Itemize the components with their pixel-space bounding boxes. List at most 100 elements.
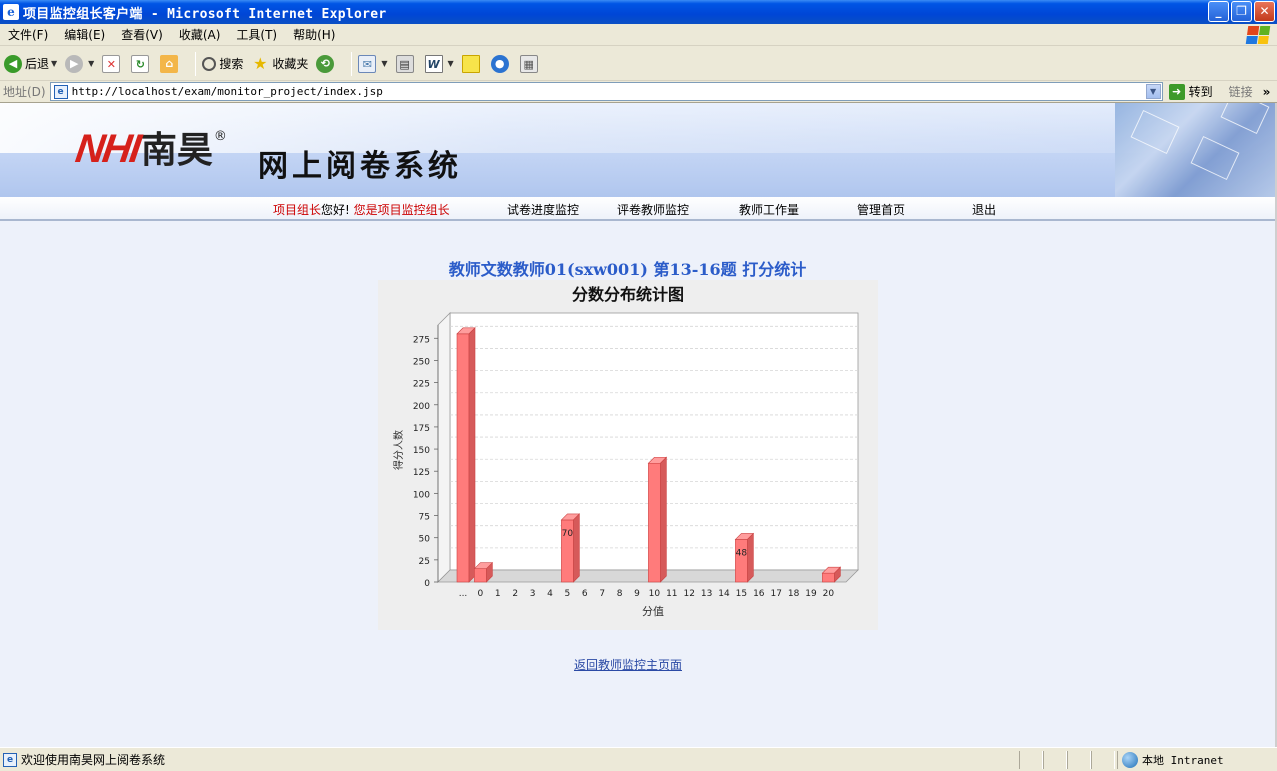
bar-front	[822, 572, 835, 583]
bar-front	[648, 462, 661, 583]
nav-teacher-workload[interactable]: 教师工作量	[739, 201, 799, 218]
greeting-message: 您是项目监控组长	[353, 203, 450, 217]
nanhao-logo: NHI 南昊 ®	[72, 127, 227, 171]
bar-data-label: 48	[736, 548, 748, 558]
bar-side	[660, 456, 667, 583]
x-axis-title: 分值	[642, 605, 664, 618]
search-label: 搜索	[219, 57, 244, 71]
bar-side	[468, 327, 476, 583]
restore-button[interactable]: ❐	[1231, 1, 1252, 22]
home-button[interactable]: ⌂	[160, 54, 181, 73]
menu-edit[interactable]: 编辑(E)	[56, 26, 113, 43]
menu-file[interactable]: 文件(F)	[0, 26, 56, 43]
address-bar: 地址(D) e http://localhost/exam/monitor_pr…	[0, 81, 1277, 103]
bar-data-label: 70	[562, 529, 574, 539]
x-tick-label: 11	[666, 589, 677, 599]
windows-logo-icon	[1245, 26, 1271, 44]
mail-button[interactable]: ✉ ▼	[358, 54, 388, 73]
mail-dropdown-icon[interactable]: ▼	[381, 59, 387, 68]
y-tick-label: 0	[424, 579, 430, 589]
messenger-icon: ●	[490, 54, 509, 73]
history-button[interactable]: ⟲	[316, 54, 337, 73]
chart-bar	[647, 456, 668, 583]
security-zone: 本地 Intranet	[1117, 751, 1277, 769]
printer-icon: ▤	[395, 54, 414, 73]
window-title: 项目监控组长客户端 - Microsoft Internet Explorer	[23, 6, 387, 22]
globe-icon	[1122, 752, 1138, 768]
nav-admin-home[interactable]: 管理首页	[857, 201, 905, 218]
close-button[interactable]: ✕	[1254, 1, 1275, 22]
y-tick-label: 275	[413, 335, 430, 345]
favorites-button[interactable]: ★ 收藏夹	[251, 53, 308, 73]
y-tick-label: 75	[419, 513, 430, 523]
go-label: 转到	[1188, 85, 1213, 99]
edit-button[interactable]: W ▼	[424, 54, 454, 73]
x-tick-label: 7	[599, 589, 605, 599]
edit-dropdown-icon[interactable]: ▼	[448, 59, 454, 68]
system-name: 网上阅卷系统	[258, 149, 462, 184]
menu-help[interactable]: 帮助(H)	[285, 26, 343, 43]
refresh-icon: ↻	[131, 54, 150, 73]
back-arrow-icon: ◀	[4, 54, 22, 73]
menu-favorites[interactable]: 收藏(A)	[171, 26, 229, 43]
address-input[interactable]: e http://localhost/exam/monitor_project/…	[49, 82, 1163, 101]
x-tick-label: 13	[701, 589, 712, 599]
forward-dropdown-icon[interactable]: ▼	[88, 59, 94, 68]
x-tick-label: 14	[718, 589, 730, 599]
print-button[interactable]: ▤	[395, 54, 417, 73]
x-tick-label: ...	[459, 589, 468, 599]
x-axis: ... 0 1 2 3 4 5 6 7 8 9 10 11 12 13 14 15 16 17 18 19 20	[459, 589, 835, 599]
mail-icon: ✉	[358, 54, 377, 73]
logo-mark: NHI	[72, 127, 142, 171]
note-icon	[461, 54, 480, 73]
header-banner: NHI 南昊 ® 网上阅卷系统	[0, 103, 1275, 197]
back-button[interactable]: ◀ 后退 ▼	[4, 54, 57, 73]
discuss-button[interactable]	[461, 54, 483, 73]
page-title: 教师文数教师01(sxw001) 第13-16题 打分统计	[448, 260, 807, 279]
nav-paper-progress[interactable]: 试卷进度监控	[507, 201, 579, 218]
back-dropdown-icon[interactable]: ▼	[51, 59, 57, 68]
y-tick-label: 225	[413, 380, 430, 390]
page-status-icon: e	[3, 752, 17, 767]
menu-tools[interactable]: 工具(T)	[228, 26, 285, 43]
menu-bar: 文件(F) 编辑(E) 查看(V) 收藏(A) 工具(T) 帮助(H)	[0, 24, 1277, 46]
nav-logout[interactable]: 退出	[972, 201, 996, 218]
y-tick-label: 100	[413, 490, 430, 500]
minimize-button[interactable]: _	[1208, 1, 1229, 22]
x-tick-label: 20	[823, 589, 835, 599]
x-tick-label: 9	[634, 589, 640, 599]
nav-teacher-monitor[interactable]: 评卷教师监控	[617, 201, 689, 218]
chevron-right-icon[interactable]: »	[1263, 85, 1271, 99]
forward-button[interactable]: ▶ ▼	[65, 54, 94, 73]
stop-button[interactable]: ✕	[102, 54, 123, 73]
x-tick-label: 4	[547, 589, 553, 599]
x-tick-label: 18	[788, 589, 800, 599]
x-tick-label: 2	[512, 589, 518, 599]
x-tick-label: 10	[649, 589, 661, 599]
x-tick-label: 5	[565, 589, 571, 599]
chart-bar	[473, 561, 494, 583]
back-to-teacher-monitor-link[interactable]: 返回教师监控主页面	[0, 656, 1256, 673]
chart-bar: 70	[560, 513, 581, 583]
search-button[interactable]: 搜索	[202, 55, 243, 72]
y-tick-label: 200	[413, 402, 430, 412]
links-button[interactable]: 链接 »	[1229, 83, 1271, 100]
research-button[interactable]: ▦	[519, 54, 541, 73]
address-url[interactable]: http://localhost/exam/monitor_project/in…	[72, 85, 383, 98]
toolbar-separator	[351, 51, 353, 76]
menu-view[interactable]: 查看(V)	[113, 26, 171, 43]
messenger-button[interactable]: ●	[490, 54, 512, 73]
back-label: 后退	[25, 57, 50, 71]
x-tick-label: 17	[770, 589, 781, 599]
y-tick-label: 25	[419, 557, 430, 567]
y-tick-label: 125	[413, 468, 430, 478]
bar-side	[573, 513, 580, 583]
refresh-button[interactable]: ↻	[131, 54, 152, 73]
go-button[interactable]: ➜ 转到	[1168, 83, 1213, 100]
tech-decoration	[1115, 103, 1275, 197]
research-icon: ▦	[519, 54, 538, 73]
address-dropdown-icon[interactable]: ▼	[1145, 84, 1161, 99]
user-greeting: 项目组长您好! 您是项目监控组长	[273, 201, 450, 218]
star-icon: ★	[253, 53, 268, 73]
zone-label: 本地 Intranet	[1142, 754, 1224, 767]
